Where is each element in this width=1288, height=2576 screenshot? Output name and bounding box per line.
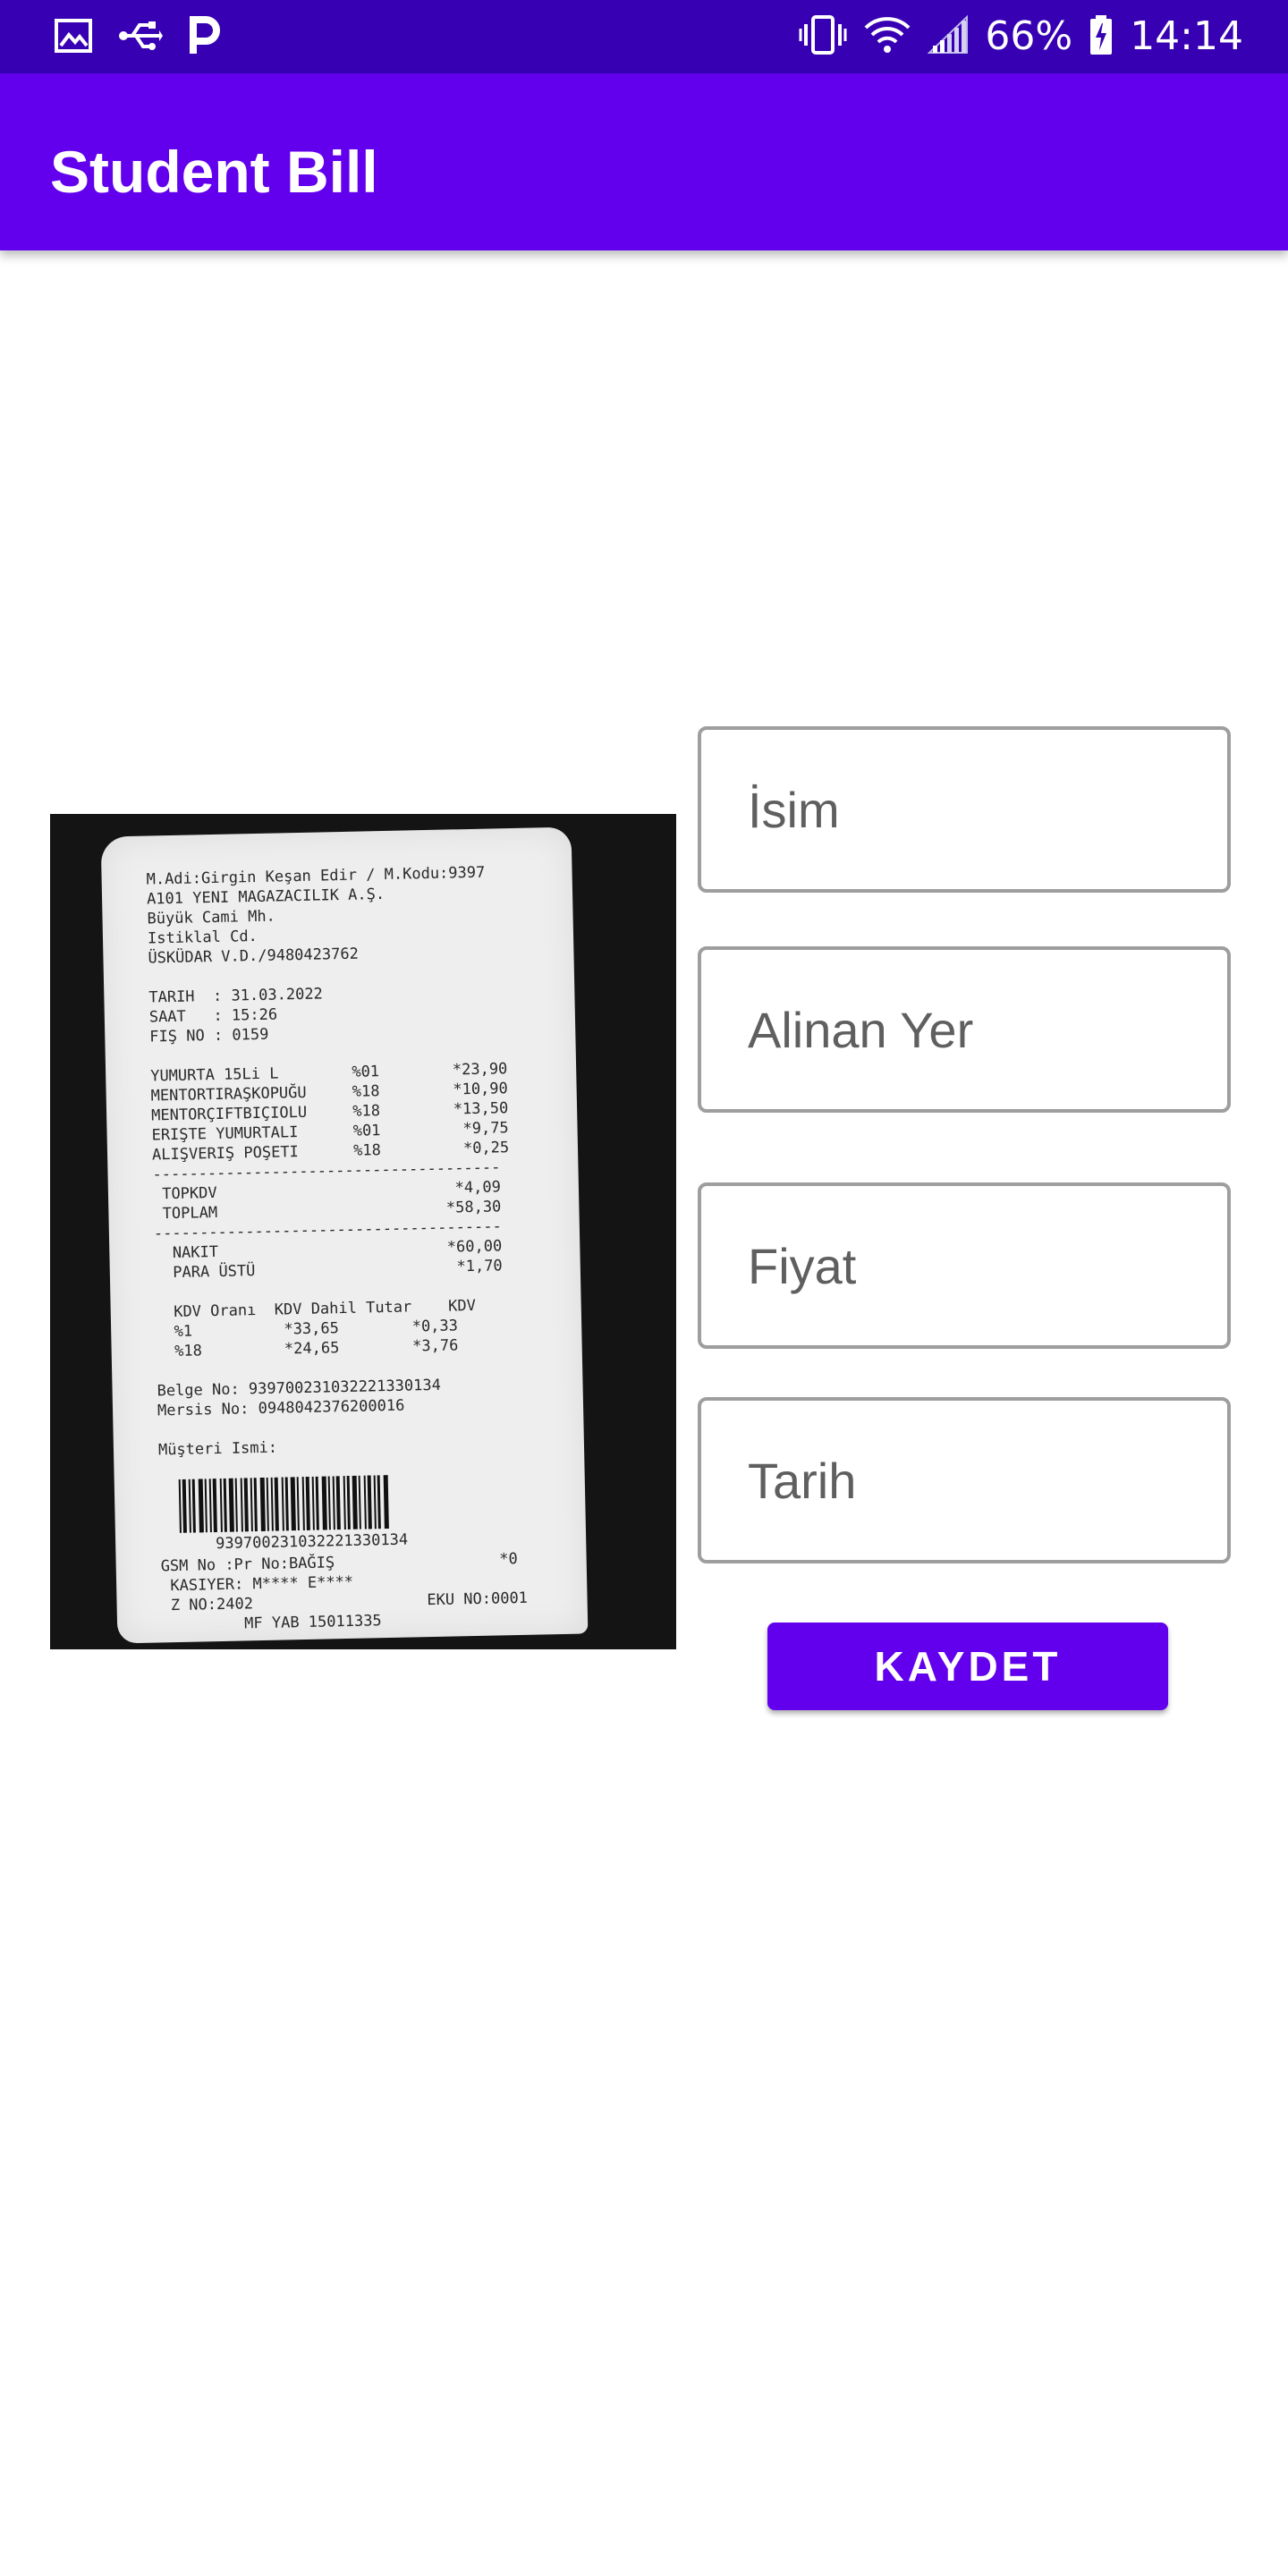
barcode-bar: [212, 1479, 217, 1533]
barcode-bar: [363, 1475, 367, 1530]
receipt-text-line: Mersis No: 0948042376200016: [157, 1396, 405, 1420]
save-button[interactable]: KAYDET: [767, 1623, 1168, 1710]
barcode-bar: [383, 1475, 389, 1530]
barcode-bar: [243, 1478, 249, 1532]
barcode-bar: [284, 1477, 289, 1531]
barcode-bar: [290, 1477, 296, 1531]
receipt-text-line: Müşteri Ismi:: [157, 1438, 278, 1460]
app-bar: Student Bill: [0, 73, 1288, 250]
barcode-bar: [228, 1478, 234, 1532]
receipt-image: M.Adi:Girgin Keşan Edir / M.Kodu:9397 A10…: [50, 814, 676, 1649]
parking-icon: [188, 16, 220, 60]
receipt-text-line: Belge No: 939700231032221330134: [157, 1376, 442, 1401]
barcode-bar: [343, 1476, 346, 1530]
receipt-footer-line: GSM No :Pr No:BAĞIŞ *0: [160, 1550, 519, 1576]
barcode-bar: [335, 1476, 341, 1530]
barcode-bar: [208, 1479, 212, 1533]
receipt-text-line: Istiklal Cd.: [147, 927, 258, 948]
barcode-bar: [301, 1477, 305, 1531]
battery-percent: 66%: [985, 13, 1073, 59]
status-right: 66% 14:14: [799, 9, 1243, 64]
barcode-bar: [311, 1476, 315, 1530]
receipt-text-line: SAAT : 15:26: [148, 1005, 278, 1027]
barcode-bar: [178, 1479, 182, 1533]
date-field[interactable]: [698, 1397, 1231, 1563]
date-input[interactable]: [701, 1401, 1227, 1560]
barcode-bar: [223, 1478, 227, 1532]
barcode-bar: [270, 1477, 274, 1531]
barcode-bar: [266, 1477, 269, 1531]
app-title: Student Bill: [50, 139, 378, 205]
barcode-bar: [358, 1475, 361, 1530]
image-icon: [54, 18, 93, 58]
barcode-bar: [219, 1478, 223, 1532]
barcode-bar: [346, 1475, 351, 1530]
barcode-bar: [234, 1478, 238, 1532]
barcode-number: 939700231032221330134: [215, 1530, 409, 1554]
receipt-paper: M.Adi:Girgin Keşan Edir / M.Kodu:9397 A10…: [100, 826, 589, 1644]
receipt-text-line: FIŞ NO : 0159: [149, 1025, 269, 1046]
barcode-bar: [259, 1477, 266, 1532]
receipt-text-line: M.Adi:Girgin Keşan Edir / M.Kodu:9397: [146, 863, 486, 889]
receipt-footer-line: KASIYER: M**** E****: [160, 1572, 354, 1596]
barcode-bar: [204, 1479, 208, 1533]
receipt-text-line: %18 *24,65 *3,76: [156, 1336, 459, 1361]
signal-icon: [927, 14, 969, 59]
barcode-bar: [191, 1479, 196, 1533]
place-input[interactable]: [701, 950, 1227, 1109]
barcode-bar: [182, 1479, 187, 1533]
barcode-bar: [305, 1476, 310, 1530]
status-left-icons: [54, 16, 220, 60]
barcode-bar: [321, 1476, 327, 1530]
barcode-bar: [198, 1479, 204, 1533]
barcode-graphic: [178, 1475, 389, 1533]
barcode-bar: [274, 1477, 279, 1531]
battery-charging-icon: [1089, 14, 1114, 60]
vibrate-icon: [799, 14, 847, 59]
barcode-bar: [188, 1479, 191, 1533]
price-field[interactable]: [698, 1182, 1231, 1349]
receipt-text-line: ÜSKÜDAR V.D./9480423762: [148, 945, 360, 968]
barcode-bar: [281, 1477, 284, 1531]
barcode-bar: [327, 1476, 331, 1530]
barcode-bar: [332, 1476, 335, 1530]
receipt-footer-line: MF YAB 15011335: [161, 1612, 382, 1635]
barcode-bar: [253, 1478, 258, 1532]
barcode-bar: [352, 1475, 358, 1530]
status-bar: 66% 14:14: [0, 0, 1288, 73]
receipt-text-line: Büyük Cami Mh.: [147, 907, 276, 928]
price-input[interactable]: [701, 1186, 1227, 1345]
name-field[interactable]: [698, 726, 1231, 893]
receipt-text-line: TARIH : 31.03.2022: [148, 985, 324, 1007]
wifi-icon: [863, 15, 911, 59]
clock-time: 14:14: [1130, 13, 1243, 59]
barcode-bar: [296, 1477, 300, 1531]
barcode-bar: [377, 1475, 381, 1530]
barcode-bar: [373, 1475, 377, 1530]
name-input[interactable]: [701, 730, 1227, 889]
receipt-text-line: A101 YENI MAGAZACILIK A.Ş.: [146, 885, 386, 909]
barcode-bar: [367, 1475, 372, 1530]
barcode-bar: [240, 1478, 243, 1532]
place-field[interactable]: [698, 946, 1231, 1113]
barcode-bar: [315, 1476, 319, 1530]
usb-icon: [118, 20, 163, 56]
barcode-bar: [250, 1478, 253, 1532]
